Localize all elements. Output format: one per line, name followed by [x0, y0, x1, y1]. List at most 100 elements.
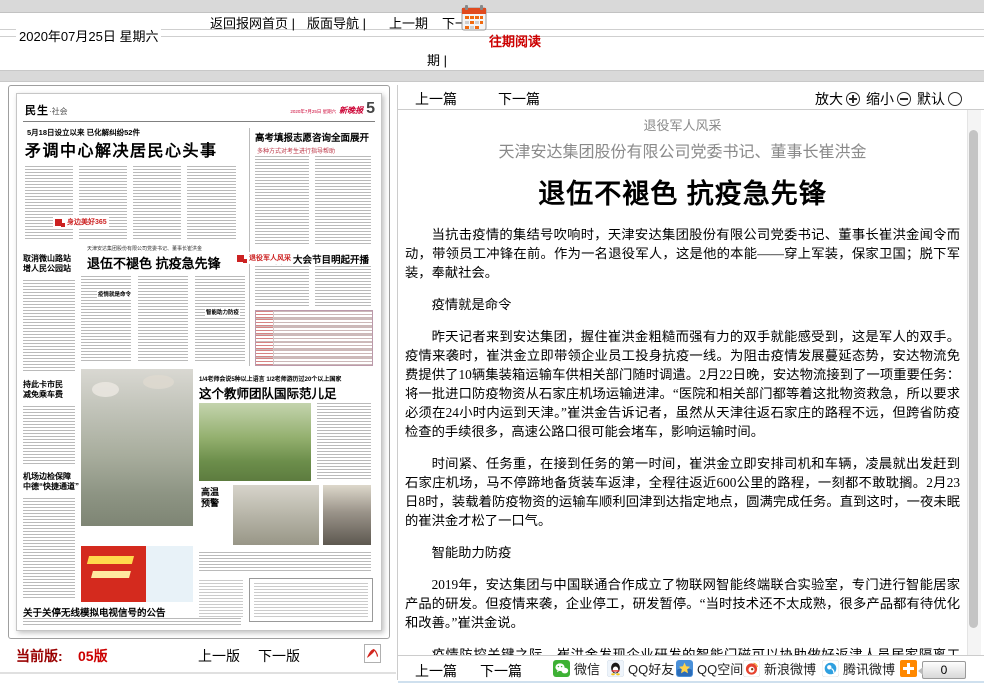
- newspaper-page-thumbnail[interactable]: 民生·社会 2020年7月25日 星期六 新晚报 5 5月18日设立以来 已化解…: [16, 93, 382, 631]
- featured-subhead-1: 疫情就是命令: [97, 290, 132, 298]
- lead-badge: 身边美好365: [53, 216, 109, 228]
- teacher-article-headline[interactable]: 这个教师团队国际范儿足: [199, 383, 337, 402]
- article-title: 退伍不褪色 抗疫急先锋: [400, 172, 965, 211]
- zoom-reset-icon: [948, 92, 962, 106]
- featured-article-kicker[interactable]: 天津安达集团股份有限公司党委书记、董事长崔洪金: [87, 245, 202, 252]
- article-paragraph: 昨天记者来到安达集团，握住崔洪金粗糙而强有力的双手就能感受到，这是军人的双手。疫…: [405, 327, 960, 441]
- right-top-subhead: 多种方式对考生进行指导帮助: [257, 146, 335, 155]
- text-placeholder: [255, 266, 309, 306]
- article-scrollbar-thumb[interactable]: [969, 130, 978, 628]
- zoom-out-button[interactable]: 缩小: [866, 89, 911, 109]
- footer-next-article-button[interactable]: 下一篇: [480, 661, 522, 681]
- advertisement-banner: [81, 546, 193, 602]
- bottom-divider: [0, 672, 396, 674]
- nav-prev-issue-link[interactable]: 上一期: [389, 13, 428, 32]
- article-body: 退役军人风采 天津安达集团股份有限公司党委书记、董事长崔洪金 退伍不褪色 抗疫急…: [400, 110, 965, 655]
- notice-headline[interactable]: 关于关停无线模拟电视信号的公告: [23, 605, 166, 619]
- text-placeholder: [315, 156, 371, 244]
- share-qzone-button[interactable]: QQ空间: [676, 659, 743, 678]
- text-placeholder: [79, 166, 127, 240]
- header-bottom-strip: [0, 70, 984, 82]
- section-label: 民生·社会: [25, 102, 68, 118]
- zoom-in-button[interactable]: 放大: [815, 89, 860, 109]
- text-placeholder: [23, 618, 241, 627]
- issue-date: 2020年07月25日 星期六: [16, 26, 161, 45]
- panel-divider: [397, 85, 398, 680]
- article-kicker: 退役军人风采: [400, 115, 965, 134]
- text-placeholder: [23, 280, 75, 372]
- picnic-photo: [199, 403, 311, 481]
- text-placeholder: [317, 403, 371, 481]
- next-article-button[interactable]: 下一篇: [498, 89, 540, 109]
- text-placeholder: [138, 276, 188, 362]
- text-placeholder: [25, 166, 73, 240]
- library-photo: [323, 485, 371, 545]
- qzone-icon: [676, 660, 693, 677]
- text-placeholder: [315, 266, 371, 306]
- featured-subhead-2: 智能助力防疫: [205, 308, 240, 316]
- street-photo: [81, 369, 193, 526]
- text-placeholder: [81, 276, 131, 362]
- right-top-headline[interactable]: 高考填报志愿咨询全面展开: [255, 130, 369, 144]
- text-placeholder: [199, 552, 371, 572]
- article-paragraph: 疫情防控关键之际，崔洪金发现企业研发的智能门磁可以协助做好返津人员居家隔离工作。…: [405, 645, 960, 655]
- heat-warning-label: 高温预警: [201, 487, 219, 509]
- masthead-info: 2020年7月25日 星期六 新晚报 5: [290, 100, 375, 118]
- paper-name-logo: 新晚报: [339, 105, 363, 116]
- featured-article-headline[interactable]: 退伍不褪色 抗疫急先锋: [87, 253, 221, 272]
- teacher-article-kicker: 1/4老师会说5种以上语言 1/2老师游历过20个以上国家: [199, 374, 341, 383]
- tencent-weibo-icon: [822, 660, 839, 677]
- lead-headline[interactable]: 矛调中心解决居民心头事: [25, 137, 218, 161]
- article-subtitle: 天津安达集团股份有限公司党委书记、董事长崔洪金: [400, 138, 965, 162]
- text-placeholder: [23, 406, 75, 464]
- heat-photo: [233, 485, 319, 545]
- current-page-value: 05版: [78, 646, 108, 666]
- nav-next-issue-link-wrap[interactable]: 期 |: [427, 50, 447, 69]
- article-paragraph: 2019年，安达集团与中国联通合作成立了物联网智能终端联合实验室，专门进行智能居…: [405, 575, 960, 632]
- article-section-heading: 智能助力防疫: [405, 543, 960, 562]
- text-placeholder: [195, 276, 245, 362]
- zoom-in-icon: [846, 92, 860, 106]
- article-section-heading: 疫情就是命令: [405, 295, 960, 314]
- prev-article-button[interactable]: 上一篇: [415, 89, 457, 109]
- footer-prev-article-button[interactable]: 上一篇: [415, 661, 457, 681]
- left-col-headline-3[interactable]: 机场边检保障中德“快捷通道”: [23, 472, 79, 492]
- article-paragraph: 当抗击疫情的集结号吹响时，天津安达集团股份有限公司党委书记、董事长崔洪金闻令而动…: [405, 225, 960, 282]
- share-qq-button[interactable]: QQ好友: [607, 659, 674, 678]
- share-more-button[interactable]: [900, 660, 917, 682]
- page-number: 5: [366, 100, 375, 118]
- featured-article-badge: 退役军人风采: [235, 252, 293, 264]
- top-gray-strip: [0, 0, 984, 13]
- share-counter[interactable]: 0: [922, 661, 966, 679]
- plus-icon: [900, 660, 917, 677]
- masthead-rule: [23, 121, 375, 122]
- text-placeholder: [133, 166, 181, 240]
- sina-weibo-icon: [743, 660, 760, 677]
- article-paragraph: 时间紧、任务重，在接到任务的第一时间，崔洪金立即安排司机和车辆，凌晨就出发赶到石…: [405, 454, 960, 530]
- info-box: [249, 578, 373, 622]
- text-placeholder: [187, 166, 236, 240]
- nav-layout-link[interactable]: 版面导航 |: [307, 13, 366, 32]
- text-placeholder: [23, 498, 75, 598]
- zoom-out-icon: [897, 92, 911, 106]
- wechat-icon: [553, 660, 570, 677]
- current-page-label: 当前版:: [16, 646, 63, 666]
- zoom-reset-button[interactable]: 默认: [917, 89, 962, 109]
- text-placeholder: [255, 156, 309, 244]
- text-placeholder: [199, 580, 243, 618]
- schedule-table: [255, 310, 373, 366]
- share-tencent-weibo-button[interactable]: 腾讯微博: [822, 659, 895, 678]
- next-page-button[interactable]: 下一版: [258, 646, 300, 666]
- page-thumbnail-panel: 民生·社会 2020年7月25日 星期六 新晚报 5 5月18日设立以来 已化解…: [8, 85, 390, 639]
- column-rule: [249, 128, 250, 366]
- nav-home-link[interactable]: 返回报网首页 |: [210, 13, 295, 32]
- left-col-headline-2[interactable]: 持此卡市民减免乘车费: [23, 380, 63, 400]
- share-sina-weibo-button[interactable]: 新浪微博: [743, 659, 816, 678]
- prev-page-button[interactable]: 上一版: [198, 646, 240, 666]
- qq-icon: [607, 660, 624, 677]
- calendar-icon[interactable]: [461, 4, 487, 37]
- share-wechat-button[interactable]: 微信: [553, 659, 600, 678]
- left-col-headline-1[interactable]: 取消微山路站增人民公园站: [23, 254, 71, 274]
- nav-archive-link[interactable]: 往期阅读: [489, 31, 541, 50]
- pdf-icon[interactable]: [364, 644, 381, 668]
